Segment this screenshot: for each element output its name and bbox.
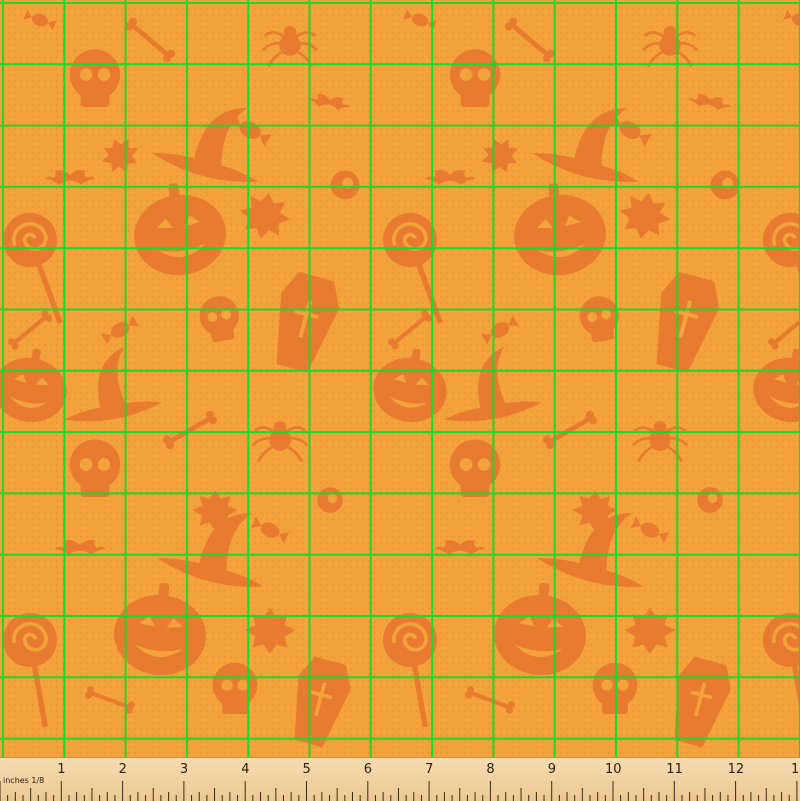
ruler-number: 5 xyxy=(303,762,311,777)
ruler-number: 11 xyxy=(666,762,683,777)
ruler-number: 8 xyxy=(486,762,494,777)
ruler-number: 9 xyxy=(548,762,556,777)
ruler-number: 6 xyxy=(364,762,372,777)
ruler-number: 13 xyxy=(791,762,800,777)
ruler-unit-label: inches 1/8 xyxy=(3,776,44,785)
ruler-number: 12 xyxy=(728,762,745,777)
fabric-swatch-view: inches 1/8 12345678910111213 xyxy=(0,0,800,800)
ruler-number: 10 xyxy=(605,762,622,777)
ruler: inches 1/8 12345678910111213 xyxy=(0,757,800,801)
ruler-number: 1 xyxy=(57,762,65,777)
ruler-number: 2 xyxy=(119,762,127,777)
measurement-grid xyxy=(0,0,800,757)
ruler-number: 3 xyxy=(180,762,188,777)
ruler-number: 7 xyxy=(425,762,433,777)
ruler-number: 4 xyxy=(241,762,249,777)
